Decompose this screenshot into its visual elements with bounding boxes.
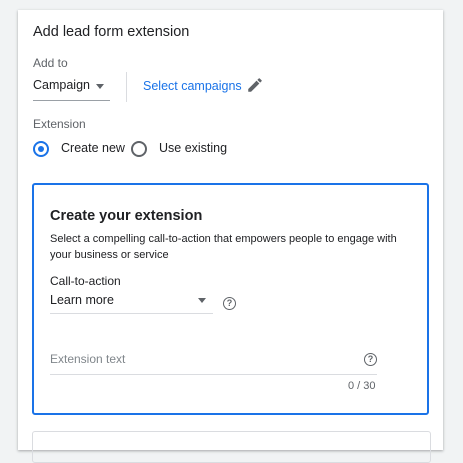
divider [126,72,127,102]
extension-text-field[interactable]: Extension text [50,346,377,375]
extension-text-placeholder: Extension text [50,352,126,366]
add-to-value: Campaign [33,78,90,92]
select-campaigns-link[interactable]: Select campaigns [143,79,242,93]
lead-form-extension-panel: Add lead form extension Add to Campaign … [18,10,443,463]
chevron-down-icon [96,84,104,89]
radio-use-existing-label: Use existing [159,141,228,155]
call-to-action-value: Learn more [50,293,114,307]
pencil-icon[interactable] [246,76,264,94]
character-counter: 0 / 30 [348,380,376,392]
create-extension-description: Select a compelling call-to-action that … [50,233,397,261]
add-to-dropdown[interactable]: Campaign [33,76,110,101]
chevron-down-icon [198,298,206,303]
radio-unselected-icon[interactable] [131,141,147,157]
add-to-label: Add to [33,56,68,70]
help-icon[interactable]: ? [364,353,377,366]
radio-create-new-label: Create new [61,141,125,155]
panel-title: Add lead form extension [33,24,190,40]
create-extension-title: Create your extension [50,208,203,224]
create-extension-card: Create your extension Select a compellin… [32,183,429,415]
next-section-box [32,431,431,463]
help-icon[interactable]: ? [223,297,236,310]
radio-selected-icon[interactable] [33,141,49,157]
call-to-action-dropdown[interactable]: Learn more [50,291,213,314]
extension-label: Extension [33,117,86,131]
call-to-action-label: Call-to-action [50,274,121,288]
